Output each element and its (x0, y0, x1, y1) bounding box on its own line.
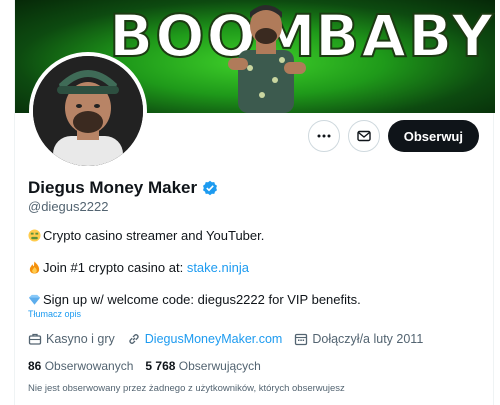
followers-stat[interactable]: 5 768 Obserwujących (145, 359, 260, 373)
profile-meta: Kasyno i gry DiegusMoneyMaker.com Dołącz… (28, 332, 431, 346)
briefcase-icon (28, 333, 42, 345)
bio-line-2-text: Join #1 crypto casino at: (43, 260, 187, 275)
followers-count: 5 768 (145, 359, 176, 373)
link-icon (129, 334, 139, 344)
profile-name-row: Diegus Money Maker (28, 178, 218, 198)
banner-person-image (228, 5, 306, 113)
profile-avatar[interactable] (29, 52, 147, 170)
meta-category-label: Kasyno i gry (46, 332, 115, 346)
more-options-button[interactable] (307, 120, 340, 152)
meta-website-link[interactable]: DiegusMoneyMaker.com (145, 332, 283, 346)
envelope-icon (357, 130, 371, 142)
following-stat[interactable]: 86 Obserwowanych (28, 359, 133, 373)
fire-icon (29, 261, 40, 274)
bio-line-1: Crypto casino streamer and YouTuber. (28, 228, 264, 243)
calendar-icon (295, 333, 308, 346)
bio-stake-link[interactable]: stake.ninja (187, 260, 249, 275)
profile-actions: Obserwuj (307, 120, 479, 152)
meta-joined: Dołączył/a luty 2011 (294, 332, 423, 346)
bio-line-3: Sign up w/ welcome code: diegus2222 for … (28, 292, 361, 307)
profile-handle: @diegus2222 (28, 199, 109, 214)
money-mouth-face-icon (28, 229, 41, 242)
bio-line-2: Join #1 crypto casino at: stake.ninja (28, 260, 249, 275)
followers-label: Obserwujących (178, 359, 261, 373)
translate-bio-link[interactable]: Tłumacz opis (28, 309, 81, 319)
meta-category: Kasyno i gry (28, 332, 115, 346)
message-button[interactable] (347, 120, 380, 152)
follow-button[interactable]: Obserwuj (387, 120, 479, 152)
following-count: 86 (28, 359, 42, 373)
profile-page: BOOM BABY! (14, 0, 495, 405)
bio-line-1-text: Crypto casino streamer and YouTuber. (43, 228, 265, 243)
meta-website: DiegusMoneyMaker.com (127, 332, 283, 346)
meta-joined-label: Dołączył/a luty 2011 (312, 332, 424, 346)
ellipsis-icon (317, 134, 331, 138)
gem-icon (28, 294, 41, 305)
avatar-image (33, 56, 143, 166)
following-label: Obserwowanych (44, 359, 134, 373)
profile-stats: 86 Obserwowanych 5 768 Obserwujących (28, 359, 261, 373)
banner-text-right: BABY! (314, 1, 495, 71)
followed-by-note: Nie jest obserwowany przez żadnego z uży… (28, 383, 345, 394)
bio-line-3-text: Sign up w/ welcome code: diegus2222 for … (43, 292, 361, 307)
verified-badge-icon[interactable] (202, 180, 218, 196)
profile-name: Diegus Money Maker (28, 178, 198, 197)
